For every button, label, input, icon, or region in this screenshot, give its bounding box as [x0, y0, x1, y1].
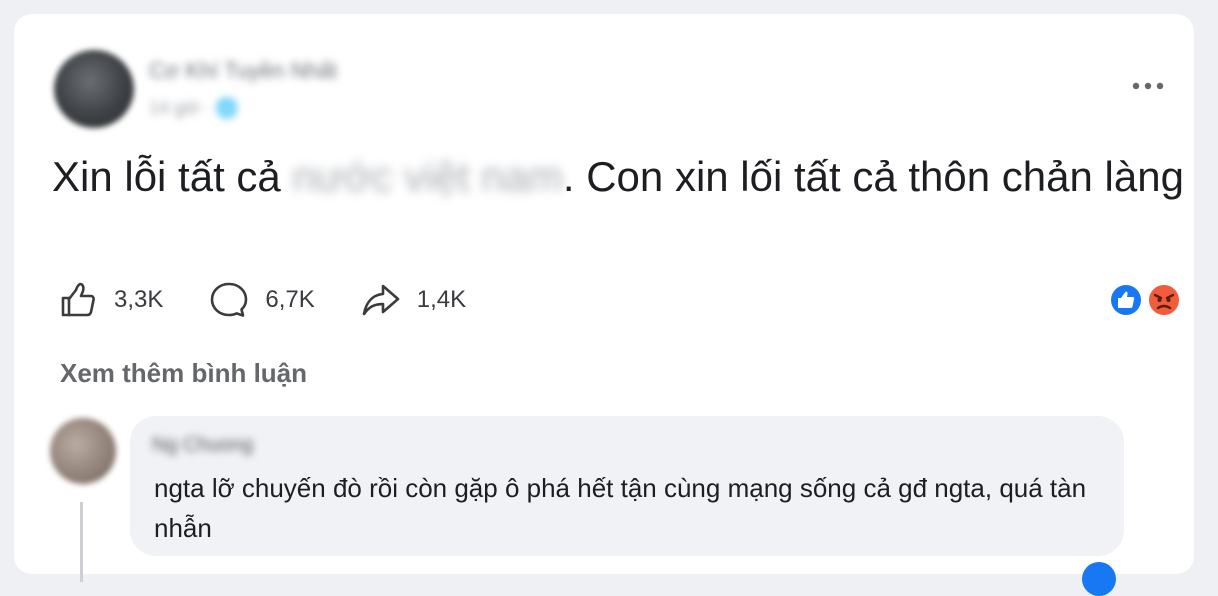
like-reaction-icon [1109, 283, 1143, 317]
post-text: Xin lỗi tất cả nước việt nam. Con xin lố… [52, 152, 1192, 202]
post-text-part1: Xin lỗi tất cả [52, 153, 281, 200]
comment-text: ngta lỡ chuyến đò rồi còn gặp ô phá hết … [154, 473, 1087, 543]
like-count: 3,3K [114, 286, 164, 313]
comment-icon [211, 282, 248, 317]
comment-like-reaction-icon[interactable] [1082, 562, 1116, 596]
like-button[interactable]: 3,3K [58, 280, 163, 320]
author-avatar[interactable] [54, 50, 134, 128]
reaction-summary[interactable] [1108, 282, 1184, 318]
post-text-redacted: nước việt nam [292, 153, 563, 200]
angry-reaction-icon [1147, 283, 1181, 317]
post-meta: 14 giờ · 🌐 [149, 98, 239, 118]
like-icon [61, 282, 95, 317]
commenter-avatar[interactable] [50, 418, 116, 484]
comment-count: 6,7K [265, 286, 315, 313]
share-count: 1,4K [416, 286, 467, 313]
post-actions: 3,3K 6,7K 1,4K [58, 276, 512, 324]
author-name[interactable]: Cơ Khí Tuyền Nhất [149, 58, 337, 84]
share-icon [362, 284, 400, 316]
post-card: Cơ Khí Tuyền Nhất 14 giờ · 🌐 Xin lỗi tất… [14, 14, 1194, 596]
commenter-name[interactable]: Ng Chuong [152, 434, 253, 457]
comment-button[interactable]: 6,7K [209, 280, 315, 320]
more-options-icon[interactable] [1128, 76, 1168, 96]
see-more-comments-link[interactable]: Xem thêm bình luận [60, 358, 307, 389]
comment-bubble: Ng Chuong ngta lỡ chuyến đò rồi còn gặp … [130, 416, 1124, 556]
post-text-part2: . Con xin lối tất cả thôn chản làng [562, 153, 1184, 200]
share-button[interactable]: 1,4K [361, 280, 466, 320]
thread-line [80, 502, 83, 582]
